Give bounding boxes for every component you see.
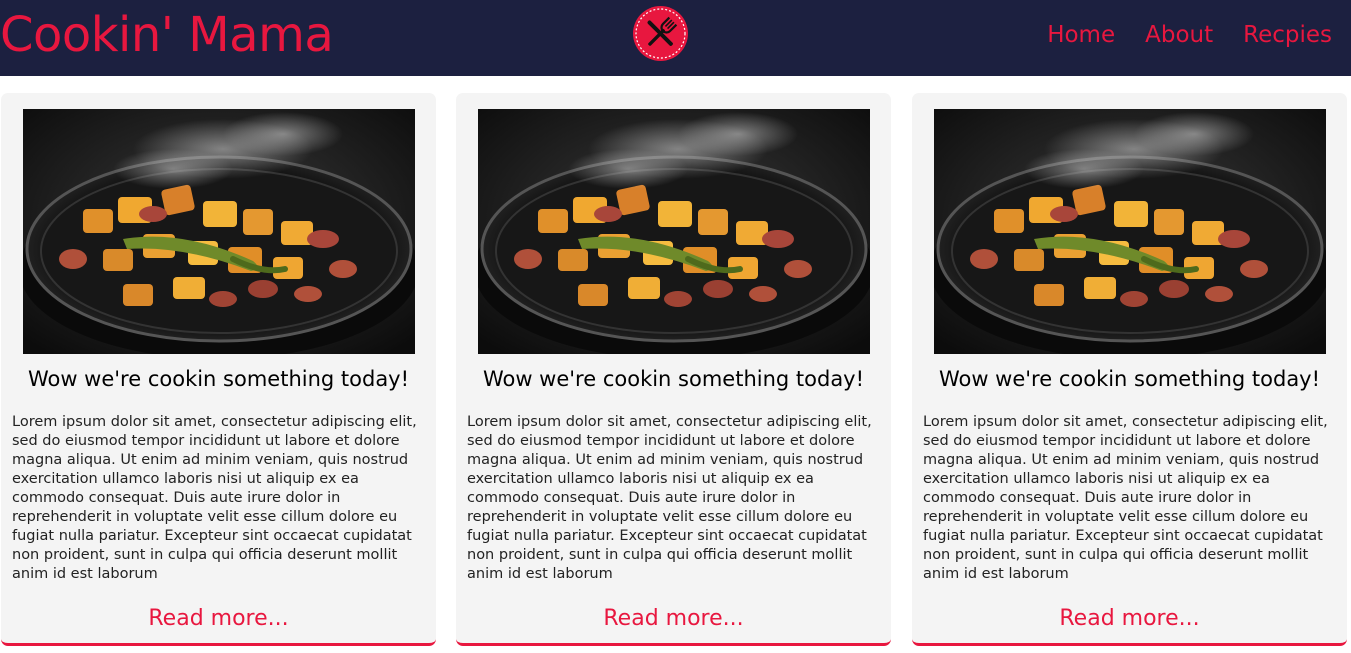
recipe-photo: [934, 109, 1326, 354]
read-more-link[interactable]: Read more...: [456, 604, 891, 634]
card-title: Wow we're cookin something today!: [482, 367, 865, 391]
fork-knife-icon[interactable]: [633, 6, 688, 61]
recipe-photo: [478, 109, 870, 354]
card-title: Wow we're cookin something today!: [27, 367, 410, 391]
recipe-card: Wow we're cookin something today! Lorem …: [1, 93, 436, 646]
nav-recipes[interactable]: Recpies: [1243, 21, 1332, 49]
recipe-card: Wow we're cookin something today! Lorem …: [456, 93, 891, 646]
brand-title[interactable]: Cookin' Mama: [0, 6, 334, 64]
read-more-link[interactable]: Read more...: [912, 604, 1347, 634]
recipe-photo: [23, 109, 415, 354]
card-body: Lorem ipsum dolor sit amet, consectetur …: [923, 414, 1328, 582]
nav-links: Home About Recpies: [1047, 21, 1332, 49]
nav-about[interactable]: About: [1145, 21, 1213, 49]
nav-home[interactable]: Home: [1047, 21, 1115, 49]
read-more-link[interactable]: Read more...: [1, 604, 436, 634]
recipe-card: Wow we're cookin something today! Lorem …: [912, 93, 1347, 646]
navbar: Cookin' Mama Home About Recpies: [0, 0, 1351, 76]
card-title: Wow we're cookin something today!: [938, 367, 1321, 391]
card-body: Lorem ipsum dolor sit amet, consectetur …: [12, 414, 417, 582]
card-body: Lorem ipsum dolor sit amet, consectetur …: [467, 414, 872, 582]
